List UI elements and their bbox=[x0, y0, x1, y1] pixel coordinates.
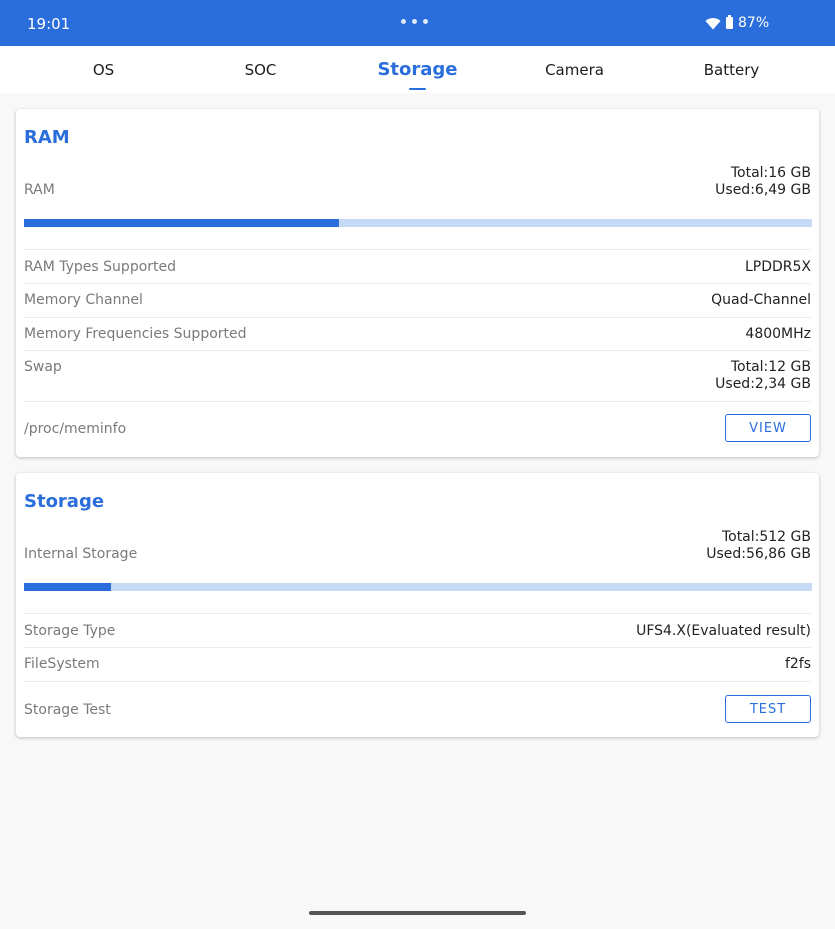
tab-soc[interactable]: SOC bbox=[182, 46, 339, 93]
storage-card: Storage Internal Storage Total:512 GB Us… bbox=[16, 473, 819, 737]
memory-frequency-label: Memory Frequencies Supported bbox=[24, 326, 247, 342]
storage-test-label: Storage Test bbox=[24, 702, 111, 718]
swap-label: Swap bbox=[24, 359, 62, 375]
ram-usage-label: RAM bbox=[24, 182, 55, 198]
ram-types-label: RAM Types Supported bbox=[24, 259, 177, 275]
status-right: 87% bbox=[705, 15, 769, 31]
status-bar: 19:01 87% bbox=[0, 0, 835, 46]
divider bbox=[24, 283, 811, 284]
storage-used: Used:56,86 GB bbox=[706, 546, 811, 562]
memory-frequency-value: 4800MHz bbox=[745, 326, 811, 342]
internal-storage-values: Total:512 GB Used:56,86 GB bbox=[706, 529, 811, 563]
storage-usage-bar-fill bbox=[24, 583, 111, 591]
storage-total: Total:512 GB bbox=[721, 529, 811, 545]
storage-card-title: Storage bbox=[24, 491, 105, 512]
swap-total: Total:12 GB bbox=[730, 359, 811, 375]
tab-bar: OS SOC Storage Camera Battery bbox=[0, 46, 835, 93]
swap-used: Used:2,34 GB bbox=[715, 376, 811, 392]
status-time: 19:01 bbox=[27, 15, 71, 33]
ram-usage-values: Total:16 GB Used:6,49 GB bbox=[715, 165, 811, 199]
tab-label: Camera bbox=[545, 61, 604, 79]
battery-icon bbox=[726, 15, 733, 29]
tab-active-indicator bbox=[409, 88, 426, 90]
memory-channel-value: Quad-Channel bbox=[711, 292, 811, 308]
memory-channel-label: Memory Channel bbox=[24, 292, 143, 308]
divider bbox=[24, 613, 811, 614]
divider bbox=[24, 647, 811, 648]
divider bbox=[24, 401, 811, 402]
divider bbox=[24, 317, 811, 318]
internal-storage-label: Internal Storage bbox=[24, 546, 138, 562]
wifi-icon bbox=[705, 17, 721, 29]
ram-usage-bar-fill bbox=[24, 219, 340, 227]
view-button[interactable]: VIEW bbox=[725, 414, 811, 442]
tab-storage[interactable]: Storage bbox=[339, 46, 496, 93]
filesystem-label: FileSystem bbox=[24, 656, 100, 672]
tab-label: OS bbox=[92, 61, 115, 79]
ram-card-title: RAM bbox=[24, 127, 70, 148]
filesystem-value: f2fs bbox=[784, 656, 811, 672]
storage-type-value: UFS4.X(Evaluated result) bbox=[636, 623, 811, 639]
divider bbox=[24, 350, 811, 351]
ram-used: Used:6,49 GB bbox=[715, 182, 811, 198]
more-dots-icon bbox=[401, 19, 428, 24]
divider bbox=[24, 681, 811, 682]
tab-os[interactable]: OS bbox=[25, 46, 182, 93]
tab-camera[interactable]: Camera bbox=[496, 46, 653, 93]
meminfo-label: /proc/meminfo bbox=[24, 421, 127, 437]
divider bbox=[24, 249, 811, 250]
ram-usage-bar bbox=[24, 219, 812, 227]
home-indicator[interactable] bbox=[309, 911, 526, 915]
storage-type-label: Storage Type bbox=[24, 623, 116, 639]
ram-types-value: LPDDR5X bbox=[744, 259, 811, 275]
tab-label: Storage bbox=[377, 59, 458, 80]
ram-total: Total:16 GB bbox=[730, 165, 811, 181]
test-button[interactable]: TEST bbox=[725, 695, 811, 723]
swap-values: Total:12 GB Used:2,34 GB bbox=[715, 359, 811, 393]
tab-label: Battery bbox=[703, 61, 760, 79]
battery-percent: 87% bbox=[738, 15, 770, 31]
tab-battery[interactable]: Battery bbox=[653, 46, 810, 93]
storage-usage-bar bbox=[24, 583, 812, 591]
tab-label: SOC bbox=[244, 61, 277, 79]
ram-card: RAM RAM Total:16 GB Used:6,49 GB RAM Typ… bbox=[16, 109, 819, 457]
